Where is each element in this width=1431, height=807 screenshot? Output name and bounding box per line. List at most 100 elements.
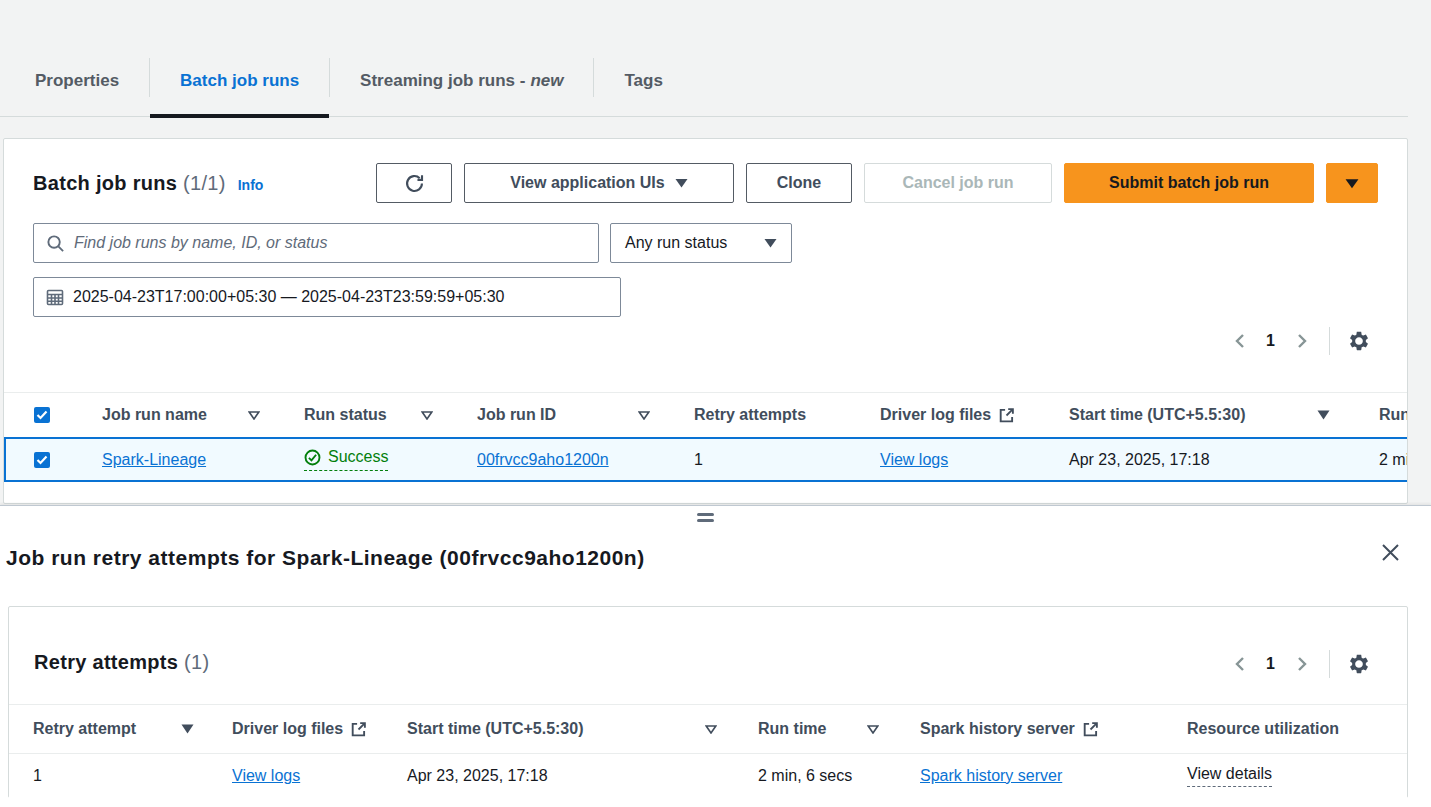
run-time-value: 2 min, 6 secs xyxy=(1379,451,1407,469)
date-range-input[interactable]: 2025-04-23T17:00:00+05:30 — 2025-04-23T2… xyxy=(33,277,621,317)
view-details-action[interactable]: View details xyxy=(1187,765,1272,787)
select-all-checkbox[interactable] xyxy=(34,407,50,423)
driver-log-files-cell: View logs xyxy=(212,767,387,785)
start-time-cell: Apr 23, 2025, 17:18 xyxy=(1043,451,1348,469)
external-link-icon xyxy=(351,722,366,737)
tab-tags[interactable]: Tags xyxy=(594,55,692,116)
clone-button[interactable]: Clone xyxy=(746,163,852,203)
retry-panel-counter: (1) xyxy=(184,651,209,673)
job-run-id-link[interactable]: 00frvcc9aho1200n xyxy=(477,451,609,469)
column-header-resource-utilization[interactable]: Resource utilization xyxy=(1163,720,1407,738)
caret-down-icon xyxy=(675,178,688,188)
sort-icon xyxy=(867,725,879,734)
column-header-retry-attempts[interactable]: Retry attempts xyxy=(668,406,854,424)
column-header-job-run-name[interactable]: Job run name xyxy=(76,406,278,424)
tab-properties[interactable]: Properties xyxy=(5,55,149,116)
column-header-run-time[interactable]: Run time xyxy=(1348,406,1407,424)
success-status-badge[interactable]: Success xyxy=(304,448,388,471)
column-header-spark-history-server[interactable]: Spark history server xyxy=(897,720,1163,738)
tab-streaming-label: Streaming job runs - xyxy=(360,71,525,91)
view-logs-link[interactable]: View logs xyxy=(232,767,300,785)
job-run-row[interactable]: Spark-Lineage Success 00frvcc9aho1200n 1… xyxy=(4,437,1407,482)
search-icon xyxy=(46,234,65,253)
clone-label: Clone xyxy=(777,174,821,192)
select-all-checkbox-cell xyxy=(4,407,76,423)
start-time-cell: Apr 23, 2025, 17:18 xyxy=(387,767,735,785)
batch-panel-header: Batch job runs (1/1) Info View applicati… xyxy=(33,163,1378,203)
tab-bar: Properties Batch job runs Streaming job … xyxy=(0,55,1408,117)
spark-history-server-link[interactable]: Spark history server xyxy=(920,767,1062,785)
external-link-icon xyxy=(1083,722,1098,737)
chevron-left-icon xyxy=(1234,656,1245,672)
pagination: 1 xyxy=(1226,323,1372,359)
row-checkbox[interactable] xyxy=(34,452,50,468)
batch-panel-title-text: Batch job runs xyxy=(33,172,177,194)
gear-icon xyxy=(1348,653,1370,675)
tab-properties-label: Properties xyxy=(35,71,119,91)
sort-desc-icon xyxy=(181,724,194,734)
search-placeholder: Find job runs by name, ID, or status xyxy=(74,234,327,252)
retry-attempt-row[interactable]: 1 View logs Apr 23, 2025, 17:18 2 min, 6… xyxy=(9,754,1407,798)
pagination: 1 xyxy=(1226,644,1372,684)
page-number[interactable]: 1 xyxy=(1266,332,1275,350)
table-settings-button[interactable] xyxy=(1346,328,1372,354)
column-header-driver-log-files[interactable]: Driver log files xyxy=(854,406,1043,424)
info-link[interactable]: Info xyxy=(238,177,264,193)
column-label: Run time xyxy=(758,720,826,738)
batch-job-runs-panel: Batch job runs (1/1) Info View applicati… xyxy=(3,138,1408,504)
view-logs-link[interactable]: View logs xyxy=(880,451,948,469)
sort-icon xyxy=(638,411,650,420)
tab-streaming-new-badge: new xyxy=(530,71,563,91)
split-panel-close-button[interactable] xyxy=(1376,538,1404,566)
view-application-uis-button[interactable]: View application UIs xyxy=(464,163,734,203)
column-label: Run status xyxy=(304,406,387,424)
retry-attempts-value: 1 xyxy=(694,451,703,469)
next-page-button[interactable] xyxy=(1289,328,1315,354)
refresh-button[interactable] xyxy=(376,163,452,203)
tab-batch-label: Batch job runs xyxy=(180,71,299,91)
submit-label: Submit batch job run xyxy=(1109,174,1269,192)
check-icon xyxy=(36,410,48,420)
column-label: Retry attempt xyxy=(33,720,136,738)
previous-page-button[interactable] xyxy=(1226,328,1252,354)
view-application-uis-label: View application UIs xyxy=(510,174,664,192)
column-label: Resource utilization xyxy=(1187,720,1339,738)
job-run-id-cell: 00frvcc9aho1200n xyxy=(451,451,668,469)
column-header-driver-log-files[interactable]: Driver log files xyxy=(212,720,387,738)
page-number[interactable]: 1 xyxy=(1266,655,1275,673)
sort-icon xyxy=(248,411,260,420)
run-time-cell: 2 min, 6 secs xyxy=(735,767,897,785)
submit-batch-job-run-button[interactable]: Submit batch job run xyxy=(1064,163,1314,203)
run-time-value: 2 min, 6 secs xyxy=(758,767,852,785)
run-status-filter-select[interactable]: Any run status xyxy=(610,223,792,263)
split-panel-drag-handle[interactable] xyxy=(697,513,714,525)
column-header-start-time[interactable]: Start time (UTC+5.5:30) xyxy=(1043,406,1348,424)
next-page-button[interactable] xyxy=(1289,651,1315,677)
submit-options-button[interactable] xyxy=(1326,163,1378,203)
success-check-circle-icon xyxy=(304,449,321,466)
emr-batch-job-runs-page: { "tabs": { "properties": "Properties", … xyxy=(0,0,1431,807)
start-time-value: Apr 23, 2025, 17:18 xyxy=(1069,451,1210,469)
job-run-name-link[interactable]: Spark-Lineage xyxy=(102,451,206,469)
batch-job-runs-table: Job run name Run status Job run ID Retry… xyxy=(4,392,1407,482)
column-label: Run time xyxy=(1379,406,1407,424)
column-header-job-run-id[interactable]: Job run ID xyxy=(451,406,668,424)
close-icon xyxy=(1381,543,1400,562)
tab-streaming-job-runs[interactable]: Streaming job runs -new xyxy=(330,55,593,116)
retry-attempt-cell: 1 xyxy=(9,767,212,785)
column-header-run-status[interactable]: Run status xyxy=(278,406,451,424)
column-header-retry-attempt[interactable]: Retry attempt xyxy=(9,720,212,738)
previous-page-button[interactable] xyxy=(1226,651,1252,677)
sort-icon xyxy=(705,725,717,734)
column-header-run-time[interactable]: Run time xyxy=(735,720,897,738)
job-run-name-cell: Spark-Lineage xyxy=(76,451,278,469)
tab-batch-job-runs[interactable]: Batch job runs xyxy=(150,55,329,116)
job-run-search-input[interactable]: Find job runs by name, ID, or status xyxy=(33,223,599,263)
column-header-start-time[interactable]: Start time (UTC+5.5:30) xyxy=(387,720,735,738)
cancel-job-run-button[interactable]: Cancel job run xyxy=(864,163,1052,203)
table-header-row: Job run name Run status Job run ID Retry… xyxy=(4,392,1407,437)
table-settings-button[interactable] xyxy=(1346,651,1372,677)
external-link-icon xyxy=(999,408,1014,423)
run-status-cell: Success xyxy=(278,448,451,471)
retry-panel-header: Retry attempts (1) xyxy=(34,633,1379,691)
